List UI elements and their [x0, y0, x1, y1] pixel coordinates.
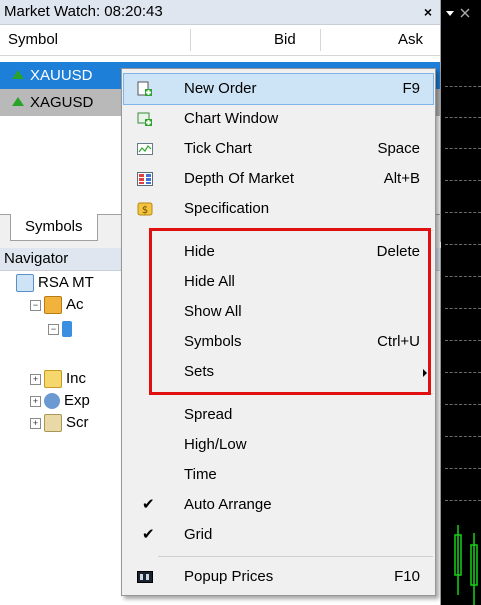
market-watch-title-bar: Market Watch: 08:20:43 × [0, 0, 440, 25]
menu-item-spread[interactable]: Spread [124, 400, 433, 430]
menu-item-tick-chart[interactable]: Tick Chart Space [124, 134, 433, 164]
market-watch-title: Market Watch: 08:20:43 [4, 3, 163, 20]
menu-item-grid[interactable]: ✔ Grid [124, 520, 433, 550]
menu-item-high-low[interactable]: High/Low [124, 430, 433, 460]
terminal-icon [16, 274, 34, 293]
svg-text:$: $ [142, 205, 148, 216]
nav-item-accounts[interactable]: − Ac [30, 294, 84, 316]
grid-line [445, 117, 481, 118]
nav-item-experts[interactable]: + Exp [30, 390, 90, 412]
menu-item-depth-of-market[interactable]: Depth Of Market Alt+B [124, 164, 433, 194]
nav-item-account-entry[interactable]: − [48, 318, 76, 340]
nav-item-scripts[interactable]: + Scr [30, 412, 89, 434]
symbol-name: XAUUSD [30, 67, 93, 84]
grid-line [445, 276, 481, 277]
column-divider[interactable] [320, 29, 321, 51]
expand-icon[interactable]: + [30, 395, 41, 407]
market-watch-header: Symbol Bid Ask [0, 25, 440, 56]
grid-line [445, 404, 481, 405]
expand-icon[interactable]: + [30, 373, 41, 385]
grid-line [445, 340, 481, 341]
nav-item-indicators[interactable]: + Inc [30, 368, 86, 390]
up-arrow-icon [12, 97, 24, 106]
menu-item-time[interactable]: Time [124, 460, 433, 490]
grid-line [445, 180, 481, 181]
grid-line [445, 500, 481, 501]
menu-item-auto-arrange[interactable]: ✔ Auto Arrange [124, 490, 433, 520]
nav-item-account-root[interactable]: RSA MT [16, 272, 94, 294]
menu-item-specification[interactable]: $ Specification [124, 194, 433, 224]
symbol-name: XAGUSD [30, 94, 94, 111]
menu-separator [158, 556, 433, 557]
checkmark-icon: ✔ [142, 526, 155, 543]
tab-symbols[interactable]: Symbols [10, 214, 98, 241]
indicators-icon [44, 370, 62, 389]
candles [454, 525, 478, 605]
new-order-icon [137, 81, 152, 96]
grid-line [445, 86, 481, 87]
menu-item-new-order[interactable]: New Order F9 [123, 73, 434, 105]
grid-line [445, 244, 481, 245]
grid-line [445, 468, 481, 469]
account-icon [62, 321, 72, 338]
highlight-box [149, 228, 431, 395]
grid-line [445, 148, 481, 149]
experts-icon [44, 393, 60, 410]
up-arrow-icon [12, 70, 24, 79]
collapse-icon[interactable]: − [30, 299, 41, 311]
column-divider[interactable] [190, 29, 191, 51]
grid-line [445, 372, 481, 373]
expand-icon[interactable]: + [30, 417, 41, 429]
checkmark-icon: ✔ [142, 496, 155, 513]
specification-icon: $ [137, 202, 153, 216]
menu-item-popup-prices[interactable]: Popup Prices F10 [124, 562, 433, 592]
popup-prices-icon [137, 571, 153, 583]
chart-window[interactable] [441, 0, 481, 605]
chart-window-icon [446, 8, 470, 18]
scripts-icon [44, 414, 62, 433]
close-icon[interactable]: × [424, 0, 432, 24]
grid-line [445, 308, 481, 309]
column-symbol[interactable]: Symbol [8, 25, 58, 55]
chart-window-icon [137, 112, 152, 126]
menu-item-chart-window[interactable]: Chart Window [124, 104, 433, 134]
column-bid[interactable]: Bid [274, 25, 296, 55]
column-ask[interactable]: Ask [398, 25, 423, 55]
grid-line [445, 436, 481, 437]
tick-chart-icon [137, 143, 153, 155]
collapse-icon[interactable]: − [48, 323, 59, 335]
accounts-icon [44, 296, 62, 315]
grid-line [445, 212, 481, 213]
depth-of-market-icon [137, 172, 153, 186]
